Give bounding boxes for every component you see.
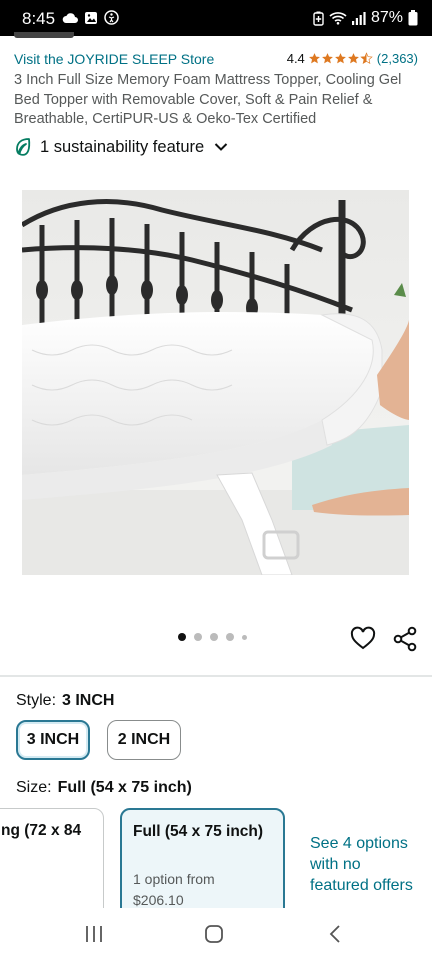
battery-percentage: 87%	[370, 9, 403, 26]
recent-apps-icon[interactable]	[82, 923, 106, 945]
size-option-title: ng (72 x 84	[1, 822, 82, 839]
rating-stars	[308, 52, 373, 65]
status-bar: 8:45 87%	[0, 0, 432, 38]
status-notification-icons	[62, 10, 119, 25]
section-divider	[0, 675, 432, 677]
size-label: Size:	[16, 779, 52, 796]
style-option-3-inch[interactable]: 3 INCH	[16, 720, 90, 760]
accessibility-icon	[104, 10, 119, 25]
star-half-icon	[360, 52, 373, 64]
sustainability-label: 1 sustainability feature	[40, 137, 205, 156]
image-icon	[85, 11, 97, 24]
leaf-icon	[16, 138, 31, 156]
system-nav-bar	[0, 908, 432, 960]
size-option-availability: 1 option from	[133, 871, 215, 887]
store-link[interactable]: Visit the JOYRIDE SLEEP Store	[14, 51, 214, 67]
status-system-icons: 87%	[313, 9, 418, 27]
rating-value: 4.4	[286, 51, 305, 66]
size-option-full[interactable]: Full (54 x 75 inch) 1 option from $206.1…	[120, 808, 285, 918]
carousel-dot[interactable]	[178, 633, 186, 641]
star-full-icon	[321, 53, 333, 64]
product-title: 3 Inch Full Size Memory Foam Mattress To…	[14, 72, 402, 127]
carousel-dot[interactable]	[242, 634, 247, 640]
size-option-price: 1 option from $206.10	[133, 869, 215, 911]
size-option-king[interactable]: ng (72 x 84	[0, 808, 104, 918]
cloud-icon	[62, 12, 78, 23]
status-time: 8:45	[22, 9, 56, 28]
carousel-dot[interactable]	[194, 633, 202, 641]
see-more-options-link[interactable]: See 4 options with no featured offers	[310, 833, 420, 896]
store-row: Visit the JOYRIDE SLEEP Store 4.4 (2,363…	[14, 50, 418, 70]
star-full-icon	[347, 53, 359, 64]
product-image[interactable]	[22, 190, 409, 575]
home-icon[interactable]	[202, 923, 226, 945]
mattress-topper-photo	[22, 190, 409, 575]
rating-summary[interactable]: 4.4 (2,363)	[287, 51, 418, 66]
heart-icon[interactable]	[350, 626, 376, 652]
battery-saver-icon	[313, 11, 324, 26]
back-icon[interactable]	[324, 923, 348, 945]
carousel-dot[interactable]	[226, 633, 234, 641]
size-selected-value: Full (54 x 75 inch)	[57, 779, 192, 796]
signal-icon	[351, 11, 366, 25]
style-selected-value: 3 INCH	[62, 692, 115, 709]
review-count: (2,363)	[376, 51, 418, 66]
style-option-2-inch[interactable]: 2 INCH	[107, 720, 181, 760]
chevron-down-icon	[214, 143, 228, 151]
style-label: Style:	[16, 692, 57, 709]
share-icon[interactable]	[392, 626, 418, 652]
style-selection-label: Style: 3 INCH	[16, 692, 114, 710]
star-full-icon	[308, 53, 320, 64]
size-selection-label: Size: Full (54 x 75 inch)	[16, 779, 192, 797]
size-option-title: Full (54 x 75 inch)	[133, 823, 264, 840]
wifi-icon	[329, 12, 347, 25]
image-carousel-dots[interactable]	[178, 633, 247, 641]
carousel-dot[interactable]	[210, 633, 218, 641]
sustainability-toggle[interactable]: 1 sustainability feature	[14, 137, 228, 157]
previous-image-strip	[14, 32, 74, 38]
battery-icon	[408, 10, 418, 26]
star-full-icon	[334, 53, 346, 64]
